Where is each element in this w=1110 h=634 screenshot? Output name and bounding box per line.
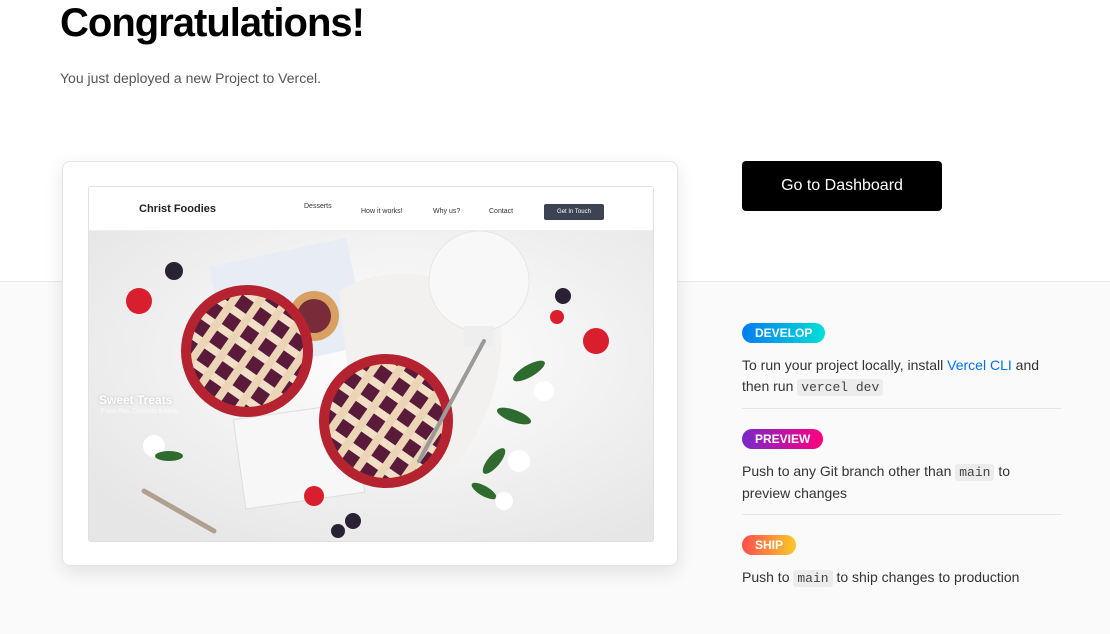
preview-hero-image: Sweet Treats Fresh Pies, Desserts & More (89, 230, 653, 541)
preview-hero-title: Sweet Treats (99, 393, 173, 407)
ship-text-2: to ship changes to production (832, 569, 1020, 585)
page-subtitle: You just deployed a new Project to Verce… (60, 70, 321, 86)
step-preview: PREVIEW Push to any Git branch other tha… (742, 429, 1061, 515)
ship-badge: SHIP (742, 535, 797, 555)
preview-text-1: Push to any Git branch other than (742, 463, 956, 479)
preview-site-nav: Christ Foodies Desserts How it works! Wh… (89, 187, 653, 231)
pie-photo-illustration (89, 230, 653, 541)
ship-description: Push to main to ship changes to producti… (742, 567, 1061, 589)
deployment-screenshot: Christ Foodies Desserts How it works! Wh… (88, 186, 654, 542)
step-ship: SHIP Push to main to ship changes to pro… (742, 535, 1061, 595)
preview-nav-why-us: Why us? (433, 208, 461, 215)
go-to-dashboard-button[interactable]: Go to Dashboard (742, 161, 942, 211)
preview-nav-cta: Get In Touch (544, 204, 604, 220)
preview-nav-how-it-works: How it works! (361, 208, 403, 215)
preview-main-code: main (955, 464, 995, 481)
preview-badge: PREVIEW (742, 429, 824, 449)
vercel-cli-link[interactable]: Vercel CLI (947, 357, 1012, 373)
preview-nav-contact: Contact (489, 208, 514, 215)
ship-main-code: main (793, 570, 833, 587)
ship-text-1: Push to (742, 569, 794, 585)
vercel-dev-code: vercel dev (797, 379, 884, 396)
deployment-preview-card[interactable]: Christ Foodies Desserts How it works! Wh… (62, 161, 678, 566)
page-title: Congratulations! (60, 1, 365, 45)
step-develop: DEVELOP To run your project locally, ins… (742, 323, 1061, 409)
preview-hero-subtitle: Fresh Pies, Desserts & More (101, 409, 178, 415)
develop-badge: DEVELOP (742, 323, 826, 343)
preview-description: Push to any Git branch other than main t… (742, 461, 1061, 504)
develop-text-1: To run your project locally, install (742, 357, 948, 373)
preview-site-logo: Christ Foodies (139, 203, 217, 215)
preview-nav-desserts: Desserts (304, 203, 332, 210)
develop-description: To run your project locally, install Ver… (742, 355, 1061, 398)
